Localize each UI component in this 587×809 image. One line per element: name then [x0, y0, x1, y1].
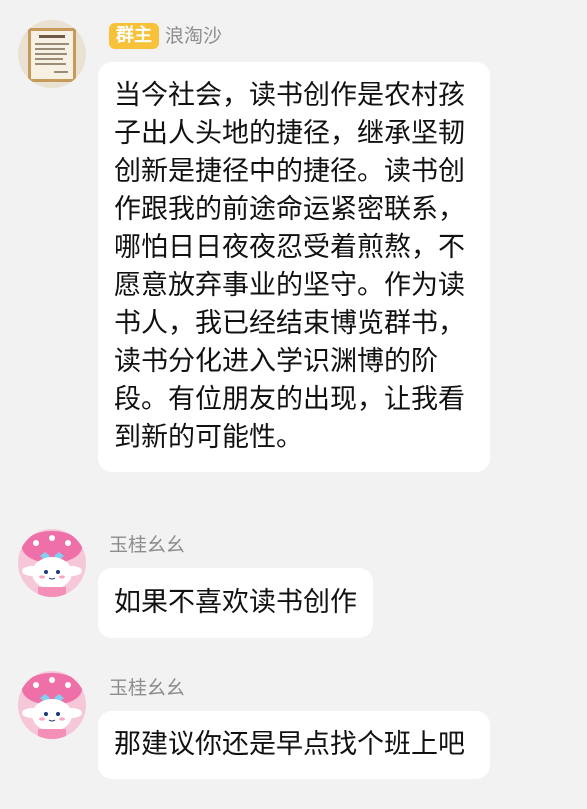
- cinnamoroll-avatar-icon: [18, 671, 86, 739]
- sender-name[interactable]: 玉桂幺幺: [109, 533, 185, 557]
- message-bubble[interactable]: 如果不喜欢读书创作: [98, 568, 373, 638]
- chat-message: 玉桂幺幺 那建议你还是早点找个班上吧: [0, 663, 587, 809]
- chat-message: 玉桂幺幺 如果不喜欢读书创作: [0, 520, 587, 650]
- cinnamoroll-avatar-icon: [18, 529, 86, 597]
- avatar[interactable]: [18, 20, 86, 88]
- sender-name[interactable]: 玉桂幺幺: [109, 676, 185, 700]
- framed-certificate-icon: [18, 20, 86, 88]
- chat-message: 群主 浪淘沙 当今社会，读书创作是农村孩子出人头地的捷径，继承坚韧创新是捷径中的…: [0, 0, 587, 500]
- message-bubble[interactable]: 当今社会，读书创作是农村孩子出人头地的捷径，继承坚韧创新是捷径中的捷径。读书创作…: [98, 62, 490, 472]
- sender-name[interactable]: 浪淘沙: [165, 24, 222, 48]
- avatar[interactable]: [18, 529, 86, 597]
- message-header: 玉桂幺幺: [109, 673, 185, 703]
- avatar[interactable]: [18, 671, 86, 739]
- message-bubble[interactable]: 那建议你还是早点找个班上吧: [98, 711, 490, 779]
- owner-badge: 群主: [109, 23, 159, 49]
- message-header: 玉桂幺幺: [109, 530, 185, 560]
- message-header: 群主 浪淘沙: [109, 21, 222, 51]
